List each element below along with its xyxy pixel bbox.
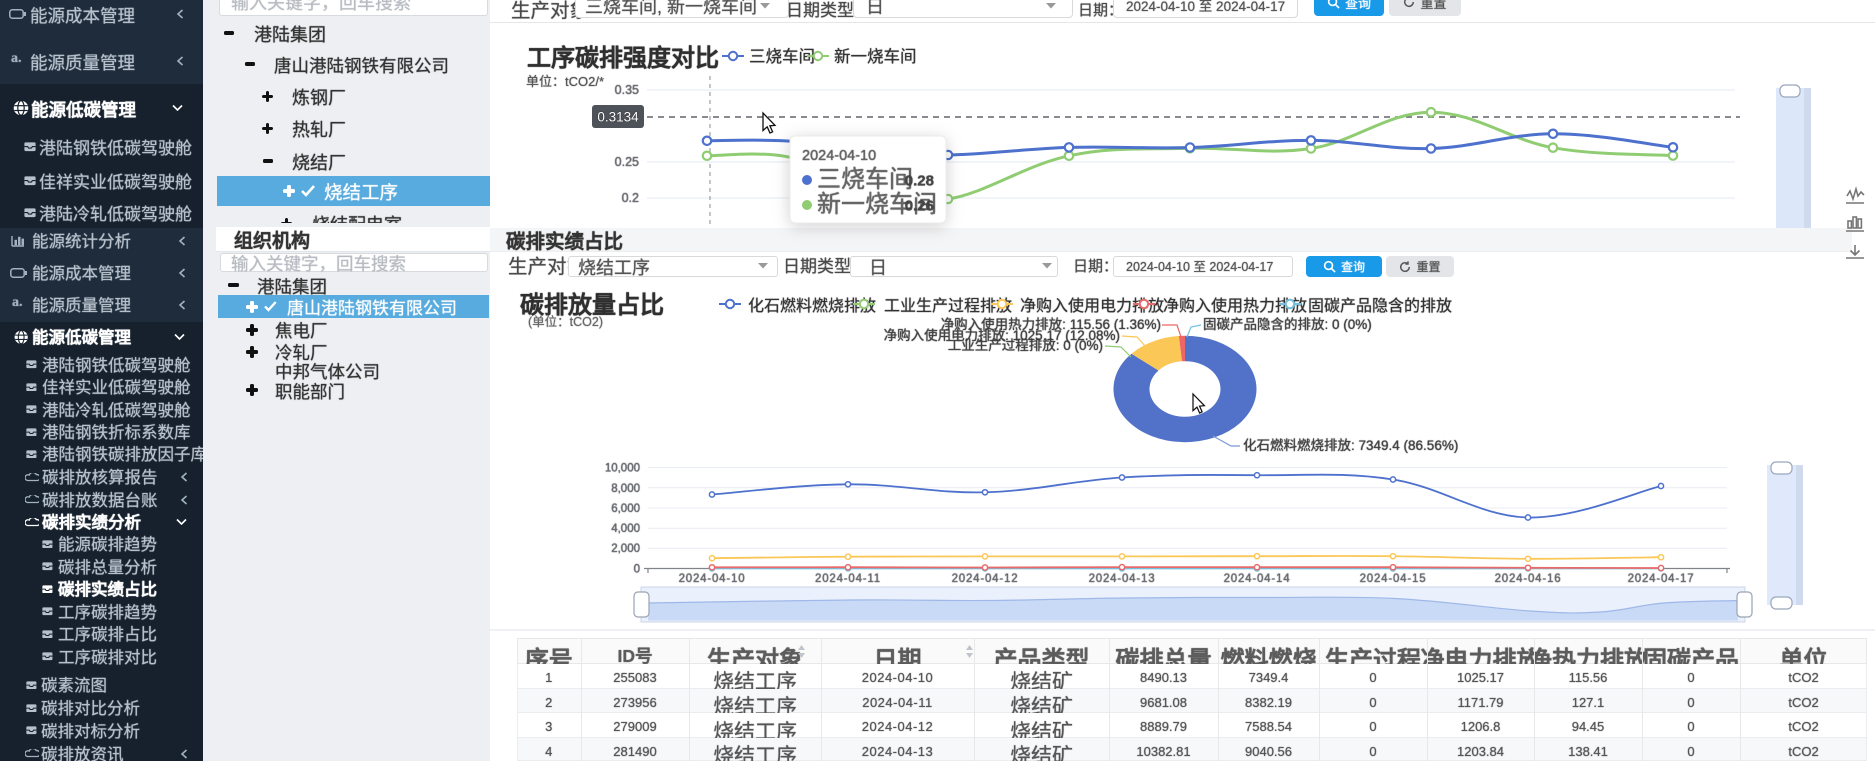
svg-text:2024-04-14: 2024-04-14	[1224, 573, 1291, 585]
svg-text:2024-04-12: 2024-04-12	[952, 573, 1019, 585]
svg-text:4,000: 4,000	[611, 523, 640, 535]
svg-text:0.2: 0.2	[622, 191, 639, 205]
svg-text:6,000: 6,000	[611, 503, 640, 515]
svg-text:0.3134: 0.3134	[597, 110, 639, 125]
svg-text:8,000: 8,000	[611, 483, 640, 495]
svg-text:三烧车间: 三烧车间	[817, 166, 913, 193]
svg-text:2024-04-10: 2024-04-10	[802, 148, 876, 164]
svg-text:0.26: 0.26	[905, 198, 934, 215]
svg-text:10,000: 10,000	[605, 463, 640, 475]
svg-text:2024-04-16: 2024-04-16	[1495, 573, 1562, 585]
svg-text:2024-04-10: 2024-04-10	[679, 573, 746, 585]
svg-text:0.35: 0.35	[615, 83, 639, 97]
svg-text:0: 0	[634, 564, 640, 576]
svg-text:固碳产品隐含的排放: 0 (0%): 固碳产品隐含的排放: 0 (0%)	[1203, 317, 1372, 332]
svg-text:化石燃料燃烧排放: 7349.4 (86.56%): 化石燃料燃烧排放: 7349.4 (86.56%)	[1243, 437, 1458, 453]
svg-text:2024-04-11: 2024-04-11	[815, 573, 881, 585]
svg-text:2024-04-15: 2024-04-15	[1360, 573, 1427, 585]
svg-text:0.25: 0.25	[615, 155, 639, 169]
svg-text:2024-04-17: 2024-04-17	[1628, 573, 1695, 585]
svg-text:2,000: 2,000	[611, 543, 640, 555]
svg-text:工业生产过程排放: 0 (0%): 工业生产过程排放: 0 (0%)	[948, 338, 1103, 353]
svg-text:0.28: 0.28	[905, 173, 934, 190]
svg-text:2024-04-13: 2024-04-13	[1089, 573, 1156, 585]
